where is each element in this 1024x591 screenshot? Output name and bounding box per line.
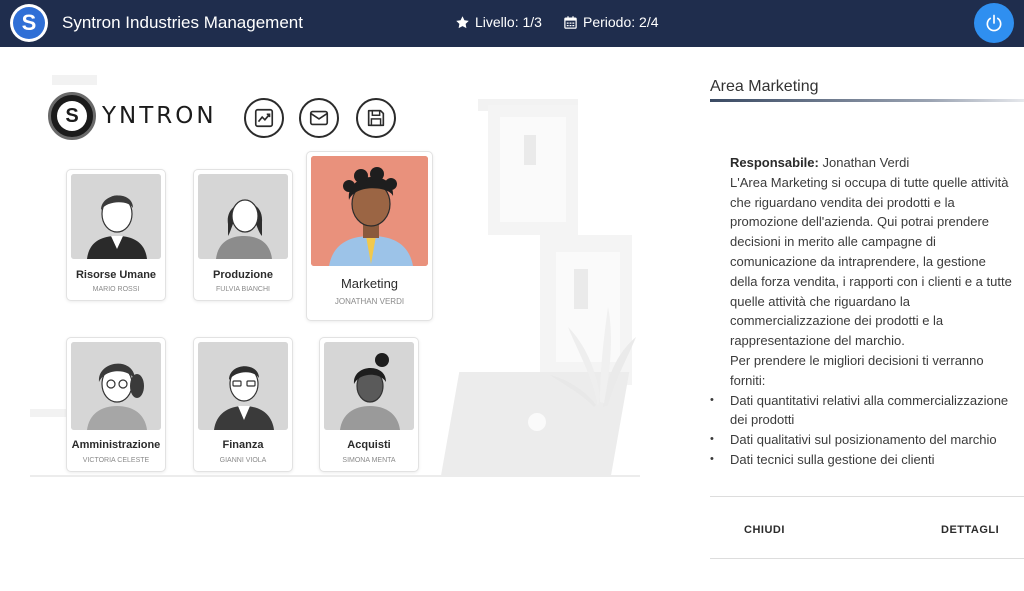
app-logo-letter: S — [13, 7, 45, 39]
syntron-logo-letter: S — [57, 101, 87, 131]
avatar-illustration — [324, 342, 414, 430]
bg-plant-illustration — [550, 307, 636, 407]
close-button[interactable]: CHIUDI — [744, 524, 785, 536]
list-item-text: Dati tecnici sulla gestione dei clienti — [730, 451, 935, 467]
panel-title-underline — [710, 99, 1024, 102]
avatar — [198, 174, 288, 259]
details-button[interactable]: DETTAGLI — [941, 524, 999, 536]
bg-frame-inner — [500, 117, 566, 222]
department-head: GIANNI VIOLA — [219, 457, 267, 464]
department-head: JONATHAN VERDI — [334, 297, 405, 306]
list-item-text: Dati quantitativi relativi alla commerci… — [730, 392, 1009, 428]
department-name: Amministrazione — [71, 439, 161, 451]
panel-description: L'Area Marketing si occupa di tutte quel… — [730, 174, 1012, 349]
panel-divider — [710, 558, 1024, 559]
avatar-illustration — [311, 156, 428, 266]
responsible-name: Jonathan Verdi — [822, 155, 910, 170]
avatar-illustration — [71, 174, 161, 259]
save-icon — [367, 109, 385, 127]
department-head: FULVIA BIANCHI — [216, 286, 270, 293]
avatar-illustration — [198, 342, 288, 430]
department-name: Risorse Umane — [75, 269, 157, 281]
avatar — [71, 342, 161, 430]
panel-list-intro: Per prendere le migliori decisioni ti ve… — [730, 352, 984, 388]
list-item: • Dati tecnici sulla gestione dei clienti — [710, 450, 1014, 470]
panel-title: Area Marketing — [710, 78, 819, 95]
period-indicator: Periodo: 2/4 — [563, 14, 659, 30]
syntron-logo-text: YNTRON — [102, 103, 217, 129]
department-info-panel: Area Marketing Responsabile: Jonathan Ve… — [710, 47, 1024, 591]
panel-divider — [710, 496, 1024, 497]
charts-button[interactable] — [244, 98, 284, 138]
panel-body: Responsabile: Jonathan Verdi L'Area Mark… — [710, 153, 1014, 470]
bullet-icon: • — [710, 433, 714, 446]
department-card-acquisti[interactable]: Acquisti SIMONA MENTA — [319, 337, 419, 472]
data-list: • Dati quantitativi relativi alla commerc… — [710, 391, 1014, 470]
avatar — [324, 342, 414, 430]
responsible-label: Responsabile: — [730, 155, 819, 170]
avatar — [71, 174, 161, 259]
departments-area: S YNTRON Risorse Umane MARIO ROSSI Produ… — [0, 47, 650, 591]
department-card-amministrazione[interactable]: Amministrazione VICTORIA CELESTE — [66, 337, 166, 472]
star-icon — [456, 15, 469, 28]
bg-decoration — [528, 413, 546, 431]
bullet-icon: • — [710, 452, 714, 465]
department-name: Acquisti — [347, 439, 391, 451]
department-card-risorse-umane[interactable]: Risorse Umane MARIO ROSSI — [66, 169, 166, 301]
save-button[interactable] — [356, 98, 396, 138]
bg-decoration — [30, 409, 66, 417]
department-name: Produzione — [213, 269, 273, 281]
bg-desk-line — [30, 475, 640, 477]
list-item: • Dati qualitativi sul posizionamento del… — [710, 430, 1014, 450]
department-name: Finanza — [222, 439, 264, 451]
avatar — [198, 342, 288, 430]
level-indicator: Livello: 1/3 — [455, 14, 542, 30]
period-text: Periodo: 2/4 — [583, 14, 659, 30]
top-bar: S Syntron Industries Management Livello:… — [0, 0, 1024, 47]
department-head: SIMONA MENTA — [342, 457, 396, 464]
level-text: Livello: 1/3 — [475, 14, 542, 30]
power-button[interactable] — [974, 3, 1014, 43]
messages-button[interactable] — [299, 98, 339, 138]
app-logo: S — [10, 4, 48, 42]
responsible-line: Responsabile: Jonathan Verdi — [730, 153, 1014, 173]
department-card-produzione[interactable]: Produzione FULVIA BIANCHI — [193, 169, 293, 301]
department-name: Marketing — [340, 276, 399, 291]
mail-icon — [309, 110, 329, 126]
syntron-logo-mark: S — [48, 92, 96, 140]
bg-decoration — [524, 135, 536, 165]
calendar-icon — [564, 15, 577, 29]
avatar-illustration — [71, 342, 161, 430]
bullet-icon: • — [710, 393, 714, 406]
department-card-finanza[interactable]: Finanza GIANNI VIOLA — [193, 337, 293, 472]
department-head: VICTORIA CELESTE — [82, 457, 150, 464]
avatar-illustration — [198, 174, 288, 259]
app-title: Syntron Industries Management — [62, 13, 303, 32]
chart-line-icon — [254, 108, 274, 128]
list-item: • Dati quantitativi relativi alla commerc… — [710, 391, 1014, 431]
syntron-logo: S YNTRON — [48, 92, 217, 140]
avatar — [311, 156, 428, 266]
power-icon — [986, 14, 1002, 32]
department-head: MARIO ROSSI — [92, 286, 140, 293]
list-item-text: Dati qualitativi sul posizionamento del … — [730, 432, 997, 448]
department-card-marketing[interactable]: Marketing JONATHAN VERDI — [306, 151, 433, 321]
bg-decoration — [52, 75, 97, 85]
